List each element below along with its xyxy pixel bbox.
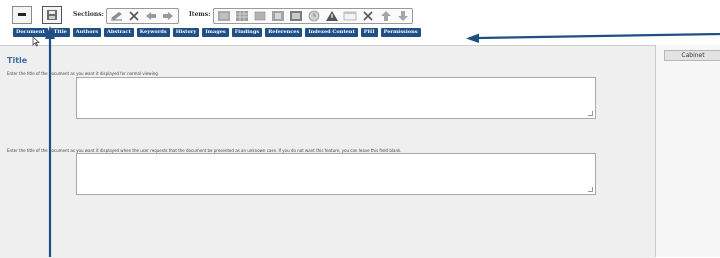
warning-icon[interactable] — [325, 10, 339, 22]
tab-indexed-content[interactable]: Indexed Content — [305, 28, 358, 37]
main-content: Title Enter the title of the document as… — [0, 45, 655, 258]
tab-references[interactable]: References — [265, 28, 303, 37]
sections-label: Sections: — [73, 11, 104, 18]
cabinet-tab[interactable]: Cabinet — [664, 50, 720, 61]
delete-icon[interactable] — [361, 10, 375, 22]
tab-document[interactable]: Document — [13, 28, 48, 37]
items-label: Items: — [189, 11, 211, 18]
tab-images[interactable]: Images — [202, 28, 229, 37]
toolbar: Sections: Items: — [0, 0, 720, 28]
tab-abstract[interactable]: Abstract — [104, 28, 134, 37]
delete-icon[interactable] — [127, 10, 141, 22]
resize-grip-icon[interactable] — [588, 111, 593, 116]
right-arrow-icon[interactable] — [161, 10, 175, 22]
tab-findings[interactable]: Findings — [231, 28, 263, 37]
items-toolbar-group — [213, 8, 413, 24]
image-icon[interactable] — [271, 10, 285, 22]
up-arrow-icon[interactable] — [379, 10, 393, 22]
edit-icon[interactable] — [110, 10, 124, 22]
save-icon[interactable] — [42, 6, 62, 24]
tab-history[interactable]: History — [172, 28, 200, 37]
list-icon[interactable] — [217, 10, 231, 22]
unknown-case-title-textarea[interactable] — [76, 153, 596, 195]
annotation-arrow-vertical — [45, 26, 55, 257]
sections-toolbar-group — [106, 8, 179, 24]
resize-grip-icon[interactable] — [588, 187, 593, 192]
tab-phi[interactable]: PHI — [360, 28, 378, 37]
mouse-cursor-icon — [32, 36, 40, 47]
tab-permissions[interactable]: Permissions — [380, 28, 421, 37]
down-arrow-icon[interactable] — [396, 10, 410, 22]
window-icon[interactable] — [343, 10, 357, 22]
annotation-arrow-horizontal — [466, 33, 720, 43]
section-title: Title — [7, 56, 28, 65]
minus-icon[interactable] — [12, 6, 32, 24]
left-arrow-icon[interactable] — [144, 10, 158, 22]
section-tabs: Document Title Authors Abstract Keywords… — [13, 28, 421, 38]
tab-authors[interactable]: Authors — [72, 28, 102, 37]
grid-icon[interactable] — [289, 10, 303, 22]
title-instruction: Enter the title of the document as you w… — [7, 71, 160, 76]
tab-keywords[interactable]: Keywords — [136, 28, 170, 37]
clock-icon[interactable] — [307, 10, 321, 22]
title-textarea[interactable] — [76, 77, 596, 119]
cabinet-panel: Cabinet — [655, 45, 720, 257]
table-icon[interactable] — [235, 10, 249, 22]
box-icon[interactable] — [253, 10, 267, 22]
